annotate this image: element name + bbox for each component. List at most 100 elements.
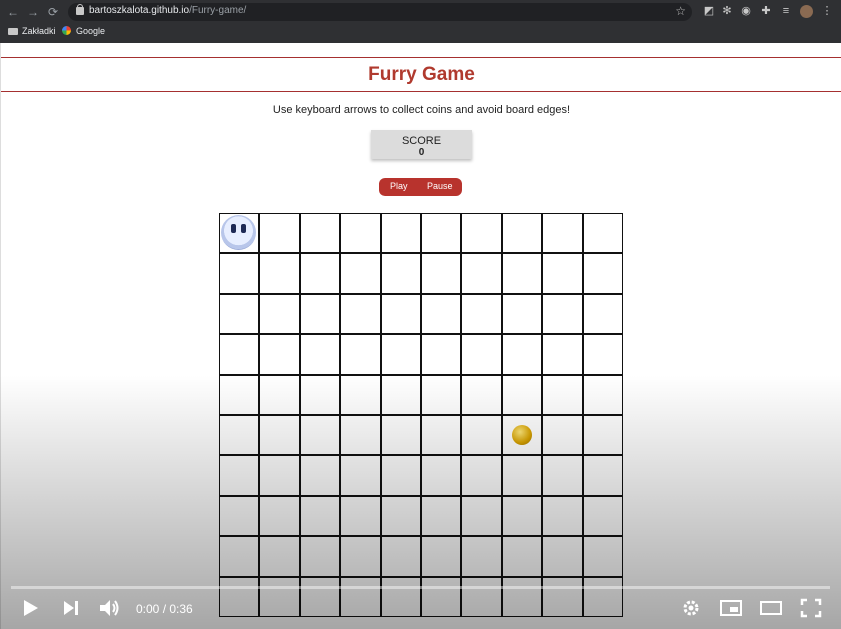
browser-chrome: ← → ⟳ bartoszkalota.github.io/Furry-game… bbox=[0, 0, 841, 43]
board-cell bbox=[501, 536, 543, 577]
board-cell bbox=[582, 455, 623, 496]
video-progress-bar[interactable] bbox=[11, 586, 830, 589]
volume-icon[interactable] bbox=[99, 598, 121, 618]
title-bar: Furry Game bbox=[1, 57, 841, 92]
miniplayer-icon[interactable] bbox=[719, 598, 743, 618]
board-cell bbox=[542, 374, 583, 415]
play-button[interactable]: Play bbox=[390, 181, 408, 191]
game-board bbox=[219, 213, 623, 629]
board-cell bbox=[501, 455, 543, 496]
board-cell bbox=[259, 293, 300, 335]
board-cell bbox=[582, 253, 623, 294]
profile-avatar[interactable] bbox=[800, 5, 813, 18]
board-cell bbox=[299, 415, 341, 456]
score-value: 0 bbox=[418, 147, 425, 158]
board-cell bbox=[340, 415, 381, 456]
board-cell bbox=[219, 293, 260, 335]
score-label: SCORE bbox=[401, 135, 442, 147]
board-cell bbox=[542, 253, 583, 294]
board-cell bbox=[421, 374, 462, 415]
fury-eye bbox=[241, 224, 246, 233]
extension-icon[interactable]: ✻ bbox=[721, 5, 733, 17]
board-cell bbox=[582, 213, 623, 254]
board-cell bbox=[461, 455, 502, 496]
board-cell bbox=[340, 536, 381, 577]
board-cell bbox=[380, 455, 421, 496]
theater-mode-icon[interactable] bbox=[759, 598, 783, 618]
board-cell bbox=[259, 495, 300, 537]
board-cell bbox=[380, 415, 421, 456]
fury-character bbox=[221, 215, 256, 250]
extension-icon[interactable]: ◩ bbox=[703, 5, 715, 17]
board-cell bbox=[340, 213, 381, 254]
board-cell bbox=[421, 334, 462, 375]
board-cell bbox=[380, 334, 421, 375]
bookmark-item[interactable]: Google bbox=[62, 26, 105, 36]
board-cell bbox=[299, 495, 341, 537]
bookmark-star-icon[interactable]: ☆ bbox=[675, 4, 686, 18]
board-cell bbox=[542, 455, 583, 496]
board-cell bbox=[542, 213, 583, 254]
lock-icon bbox=[76, 4, 84, 15]
board-cell bbox=[380, 293, 421, 335]
board-cell bbox=[380, 374, 421, 415]
board-cell bbox=[421, 293, 462, 335]
forward-icon[interactable]: → bbox=[25, 4, 41, 20]
reload-icon[interactable]: ⟳ bbox=[45, 4, 61, 20]
board-cell bbox=[340, 293, 381, 335]
board-cell bbox=[461, 334, 502, 375]
folder-icon bbox=[8, 28, 18, 35]
extension-icon[interactable]: ◉ bbox=[740, 5, 752, 17]
board-cell bbox=[501, 253, 543, 294]
board-cell bbox=[582, 495, 623, 537]
board-cell bbox=[501, 374, 543, 415]
board-cell bbox=[219, 536, 260, 577]
video-time: 0:00 / 0:36 bbox=[136, 602, 193, 616]
board-cell bbox=[299, 455, 341, 496]
board-cell bbox=[542, 415, 583, 456]
board-cell bbox=[461, 495, 502, 537]
board-cell bbox=[259, 536, 300, 577]
board-cell bbox=[421, 536, 462, 577]
pause-button[interactable]: Pause bbox=[427, 181, 453, 191]
coin bbox=[511, 425, 532, 445]
board-cell bbox=[259, 334, 300, 375]
board-cell bbox=[299, 213, 341, 254]
board-cell bbox=[461, 536, 502, 577]
board-cell bbox=[461, 213, 502, 254]
bookmark-item[interactable]: Zakładki bbox=[8, 26, 56, 36]
address-bar[interactable]: bartoszkalota.github.io/Furry-game/ ☆ bbox=[68, 3, 692, 21]
board-cell bbox=[259, 374, 300, 415]
board-cell bbox=[582, 415, 623, 456]
board-cell bbox=[582, 374, 623, 415]
bookmarks-bar: Zakładki Google bbox=[0, 24, 841, 43]
page-content: Furry Game Use keyboard arrows to collec… bbox=[0, 43, 841, 629]
board-cell bbox=[461, 293, 502, 335]
video-controls: 0:00 / 0:36 bbox=[0, 592, 841, 626]
board-cell bbox=[582, 536, 623, 577]
settings-icon[interactable] bbox=[681, 598, 701, 618]
board-cell bbox=[340, 334, 381, 375]
board-cell bbox=[542, 334, 583, 375]
board-cell bbox=[461, 253, 502, 294]
play-icon[interactable] bbox=[22, 598, 40, 618]
board-cell bbox=[461, 415, 502, 456]
fullscreen-icon[interactable] bbox=[800, 598, 822, 618]
back-icon[interactable]: ← bbox=[5, 4, 21, 20]
media-icon[interactable]: ≡ bbox=[780, 5, 792, 17]
menu-icon[interactable]: ⋮ bbox=[821, 5, 833, 17]
board-cell bbox=[461, 374, 502, 415]
board-cell bbox=[542, 495, 583, 537]
board-cell bbox=[421, 415, 462, 456]
next-icon[interactable] bbox=[62, 598, 80, 618]
board-cell bbox=[421, 253, 462, 294]
board-cell bbox=[380, 213, 421, 254]
puzzle-icon[interactable]: ✚ bbox=[760, 5, 772, 17]
board-cell bbox=[299, 293, 341, 335]
board-cell bbox=[259, 455, 300, 496]
board-cell bbox=[219, 334, 260, 375]
browser-toolbar: ← → ⟳ bartoszkalota.github.io/Furry-game… bbox=[0, 0, 841, 24]
fury-eye bbox=[231, 224, 236, 233]
board-cell bbox=[421, 455, 462, 496]
board-cell bbox=[259, 253, 300, 294]
